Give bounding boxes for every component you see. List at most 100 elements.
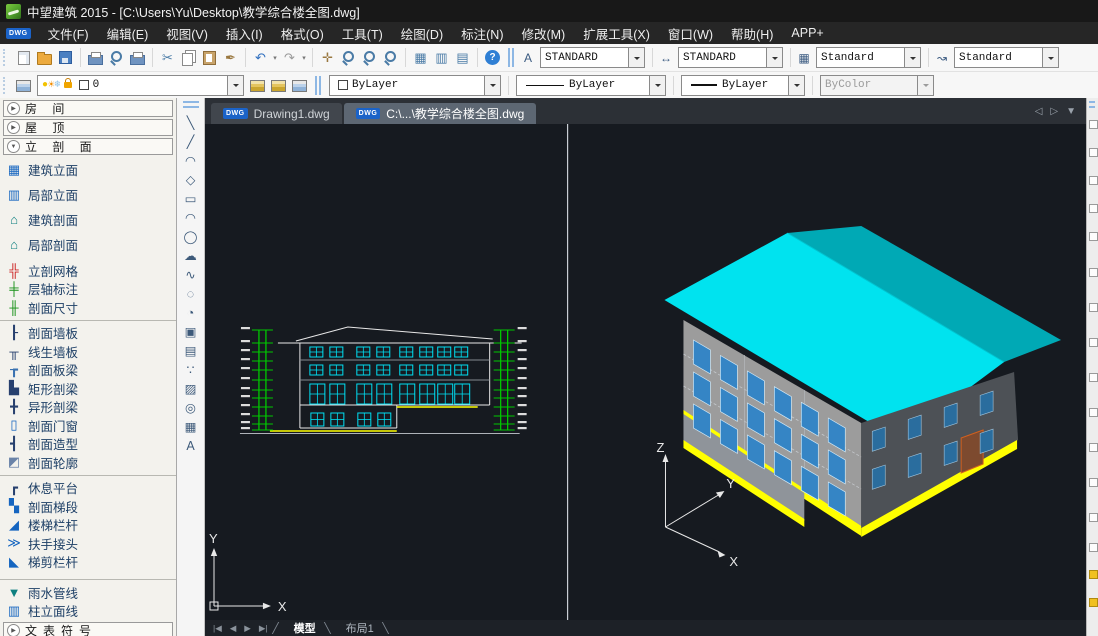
layer-properties-button[interactable] <box>13 75 34 96</box>
drawing-tab-teaching-building[interactable]: DWG C:\...\教学综合楼全图.dwg <box>344 103 537 124</box>
sidebar-section-elevation-section[interactable]: ▼立 剖 面 <box>3 138 173 155</box>
sidebar-item-section-outline[interactable]: ◩剖面轮廓 <box>0 453 176 472</box>
lineweight-select[interactable]: ByLayer <box>681 75 805 96</box>
redo-button[interactable]: ↷ <box>279 47 300 68</box>
open-button[interactable] <box>34 47 55 68</box>
dropdown-button[interactable] <box>227 76 243 95</box>
text-style-select[interactable]: STANDARD <box>540 47 645 68</box>
revision-cloud-button[interactable]: ☁ <box>180 246 202 265</box>
toolbar-grip[interactable] <box>1089 101 1095 108</box>
properties-palette-button[interactable]: ▦ <box>410 47 431 68</box>
save-button[interactable] <box>55 47 76 68</box>
dim-style-select[interactable]: STANDARD <box>678 47 783 68</box>
table-style-select[interactable]: Standard <box>816 47 921 68</box>
sidebar-section-roof[interactable]: ▶屋 顶 <box>3 119 173 136</box>
redo-dropdown-arrow[interactable]: ▾ <box>300 54 308 62</box>
line-button[interactable]: ╲ <box>180 113 202 132</box>
new-button[interactable] <box>13 47 34 68</box>
menu-item-dimension[interactable]: 标注(N) <box>452 24 512 43</box>
polygon-button[interactable]: ◇ <box>180 170 202 189</box>
copy-button[interactable] <box>178 47 199 68</box>
sidebar-item-handrail-joint[interactable]: ≫扶手接头 <box>0 534 176 553</box>
menu-item-app-plus[interactable]: APP+ <box>782 26 832 40</box>
sidebar-item-floor-axis-dimension[interactable]: ╪层轴标注 <box>0 280 176 299</box>
color-select[interactable]: ByLayer <box>329 75 501 96</box>
circle-button[interactable]: ◯ <box>180 227 202 246</box>
first-tab-button[interactable]: |◀ <box>209 623 226 634</box>
mleader-style-select[interactable]: Standard <box>954 47 1059 68</box>
polyline-button[interactable]: ◠ <box>180 151 202 170</box>
make-object-layer-current-button[interactable] <box>247 75 268 96</box>
docked-right-toolbar[interactable] <box>1086 98 1098 636</box>
sidebar-item-section-door-window[interactable]: ▯剖面门窗 <box>0 416 176 435</box>
sidebar-item-section-grid[interactable]: ╬立剖网格 <box>0 261 176 280</box>
insert-block-button[interactable]: ▣ <box>180 322 202 341</box>
help-button[interactable]: ? <box>482 47 503 68</box>
toolbar-grip[interactable] <box>3 49 8 66</box>
construction-line-button[interactable]: ╱ <box>180 132 202 151</box>
sidebar-item-wall-from-line[interactable]: ╥线生墙板 <box>0 342 176 361</box>
menu-item-help[interactable]: 帮助(H) <box>722 24 782 43</box>
cut-button[interactable]: ✂ <box>157 47 178 68</box>
design-center-button[interactable]: ▤ <box>452 47 473 68</box>
point-button[interactable]: ∵ <box>180 360 202 379</box>
menu-item-file[interactable]: 文件(F) <box>39 24 98 43</box>
drawing-tab-drawing1[interactable]: DWG Drawing1.dwg <box>211 103 342 124</box>
menu-item-draw[interactable]: 绘图(D) <box>392 24 452 43</box>
toolbar-grip[interactable] <box>183 101 199 108</box>
dropdown-button[interactable] <box>628 48 644 67</box>
collapsed-arrow-icon[interactable]: ▶ <box>7 121 20 134</box>
title-bar[interactable]: 中望建筑 2015 - [C:\Users\Yu\Desktop\教学综合楼全图… <box>0 0 1098 22</box>
paste-button[interactable] <box>199 47 220 68</box>
tab-scroll-left-icon[interactable]: ◁ <box>1035 106 1043 117</box>
sidebar-item-stair-railing[interactable]: ◢楼梯栏杆 <box>0 516 176 535</box>
tab-scroll-right-icon[interactable]: ▷ <box>1050 106 1058 117</box>
publish-button[interactable] <box>127 47 148 68</box>
hatch-button[interactable]: ▨ <box>180 379 202 398</box>
menu-item-insert[interactable]: 插入(I) <box>217 24 272 43</box>
sidebar-item-building-section[interactable]: ⌂建筑剖面 <box>0 207 176 232</box>
sidebar-item-section-dimension[interactable]: ╫剖面尺寸 <box>0 298 176 317</box>
sidebar-item-partial-section[interactable]: ⌂局部剖面 <box>0 232 176 257</box>
zoom-window-button[interactable] <box>359 47 380 68</box>
sidebar-item-stair-trim-railing[interactable]: ◣梯剪栏杆 <box>0 553 176 572</box>
menu-item-edit[interactable]: 编辑(E) <box>98 24 158 43</box>
next-tab-button[interactable]: ▶ <box>240 623 255 634</box>
sidebar-item-section-slab-beam[interactable]: ┲剖面板梁 <box>0 361 176 380</box>
ellipse-button[interactable]: ◌ <box>180 284 202 303</box>
dropdown-button[interactable] <box>766 48 782 67</box>
menu-item-window[interactable]: 窗口(W) <box>659 24 722 43</box>
menu-item-format[interactable]: 格式(O) <box>272 24 333 43</box>
last-tab-button[interactable]: ▶| <box>255 623 272 634</box>
print-button[interactable] <box>85 47 106 68</box>
toolbar-grip[interactable] <box>3 77 8 94</box>
drawing-canvas[interactable]: Y X <box>205 124 1086 620</box>
dropdown-button[interactable] <box>1042 48 1058 67</box>
match-properties-button[interactable]: ✒ <box>220 47 241 68</box>
sidebar-item-section-wall[interactable]: ┠剖面墙板 <box>0 324 176 343</box>
rectangle-button[interactable]: ▭ <box>180 189 202 208</box>
expanded-arrow-icon[interactable]: ▼ <box>7 140 20 153</box>
sidebar-item-shaped-section-beam[interactable]: ╋异形剖梁 <box>0 398 176 417</box>
layer-previous-button[interactable] <box>268 75 289 96</box>
sidebar-item-rain-pipe[interactable]: ▼雨水管线 <box>0 583 176 602</box>
dropdown-button[interactable] <box>484 76 500 95</box>
sidebar-item-column-elevation-line[interactable]: ▥柱立面线 <box>0 602 176 621</box>
sidebar-item-section-stair-flight[interactable]: ▚剖面梯段 <box>0 497 176 516</box>
layer-select[interactable]: ● ☀ ❄ 0 <box>37 75 244 96</box>
sidebar-item-section-shape[interactable]: ┫剖面造型 <box>0 435 176 454</box>
sidebar-item-rect-section-beam[interactable]: ▙矩形剖梁 <box>0 379 176 398</box>
undo-dropdown-arrow[interactable]: ▾ <box>271 54 279 62</box>
pan-button[interactable]: ✛ <box>317 47 338 68</box>
tool-palette-button[interactable]: ▥ <box>431 47 452 68</box>
sidebar-item-landing-platform[interactable]: ┏休息平台 <box>0 479 176 498</box>
linetype-select[interactable]: ByLayer <box>516 75 666 96</box>
tab-list-dropdown-icon[interactable]: ▼ <box>1066 106 1076 117</box>
sidebar-section-text-table-symbol[interactable]: ▶文表符号 <box>3 622 173 636</box>
undo-button[interactable]: ↶ <box>250 47 271 68</box>
sidebar-section-room[interactable]: ▶房 间 <box>3 100 173 117</box>
collapsed-arrow-icon[interactable]: ▶ <box>7 624 20 636</box>
sidebar-item-building-elevation[interactable]: ▦建筑立面 <box>0 157 176 182</box>
table-button[interactable]: ▦ <box>180 417 202 436</box>
ellipse-arc-button[interactable]: ◔ <box>180 303 202 322</box>
